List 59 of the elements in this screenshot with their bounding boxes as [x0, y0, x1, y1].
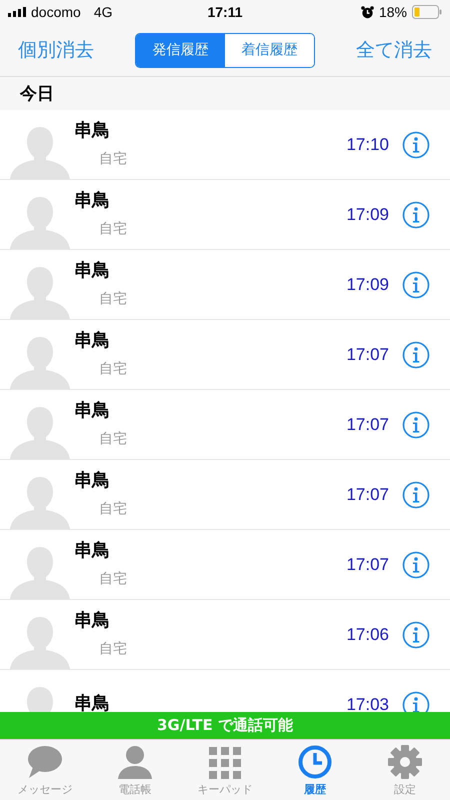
contact-name: 串鳥 — [74, 398, 111, 422]
banner-text: 3G/LTE で通話可能 — [156, 716, 293, 735]
section-title: 今日 — [20, 83, 54, 105]
contact-name: 串鳥 — [74, 118, 111, 142]
signal-icon — [8, 7, 26, 17]
call-row[interactable]: 串鳥 自宅 17:09 — [0, 180, 450, 250]
battery-icon — [412, 5, 442, 19]
battery-percent: 18% — [378, 4, 407, 20]
alarm-icon — [360, 6, 374, 18]
carrier-name: docomo — [31, 4, 81, 20]
call-row[interactable]: 串鳥 自宅 17:07 — [0, 460, 450, 530]
call-time: 17:07 — [346, 554, 389, 574]
contact-name: 串鳥 — [74, 608, 111, 632]
person-icon — [117, 745, 153, 779]
contact-name: 串鳥 — [74, 258, 111, 282]
info-icon[interactable] — [402, 620, 430, 648]
info-icon[interactable] — [402, 270, 430, 298]
phone-type: 自宅 — [99, 640, 128, 658]
info-icon[interactable] — [402, 690, 430, 712]
contact-name: 串鳥 — [74, 692, 111, 712]
call-time: 17:07 — [346, 414, 389, 434]
phone-type: 自宅 — [99, 360, 128, 378]
status-time: 17:11 — [207, 4, 243, 20]
call-time: 17:03 — [346, 694, 389, 712]
call-row[interactable]: 串鳥 自宅 17:06 — [0, 600, 450, 670]
call-time: 17:07 — [346, 484, 389, 504]
segment-tab[interactable]: 着信履歴 — [225, 34, 314, 66]
contact-name: 串鳥 — [74, 328, 111, 352]
call-time: 17:07 — [346, 344, 389, 364]
info-icon[interactable] — [402, 550, 430, 578]
contact-name: 串鳥 — [74, 188, 111, 212]
keypad-icon — [209, 747, 241, 779]
tab-item[interactable]: 履歴 — [270, 740, 360, 800]
call-time: 17:10 — [346, 134, 389, 154]
call-time: 17:06 — [346, 624, 389, 644]
info-icon[interactable] — [402, 340, 430, 368]
call-row[interactable]: 串鳥 自宅 17:07 — [0, 320, 450, 390]
info-icon[interactable] — [402, 410, 430, 438]
info-icon[interactable] — [402, 480, 430, 508]
phone-type: 自宅 — [99, 570, 128, 588]
call-time: 17:09 — [346, 274, 389, 294]
call-row[interactable]: 串鳥 自宅 17:07 — [0, 530, 450, 600]
call-row[interactable]: 串鳥 自宅 17:10 — [0, 110, 450, 180]
phone-type: 自宅 — [99, 150, 128, 168]
call-row[interactable]: 串鳥 自宅 17:07 — [0, 390, 450, 460]
phone-type: 自宅 — [99, 290, 128, 308]
network-type: 4G — [94, 4, 112, 20]
segment-tab[interactable]: 発信履歴 — [136, 34, 225, 66]
phone-type: 自宅 — [99, 220, 128, 238]
info-icon[interactable] — [402, 130, 430, 158]
contact-name: 串鳥 — [74, 538, 111, 562]
phone-type: 自宅 — [99, 430, 128, 448]
info-icon[interactable] — [402, 200, 430, 228]
call-time: 17:09 — [346, 204, 389, 224]
call-row[interactable]: 串鳥 自宅 17:09 — [0, 250, 450, 320]
speech-bubble-icon — [27, 745, 63, 779]
phone-type: 自宅 — [99, 500, 128, 518]
contact-name: 串鳥 — [74, 468, 111, 492]
clock-icon — [298, 745, 332, 779]
